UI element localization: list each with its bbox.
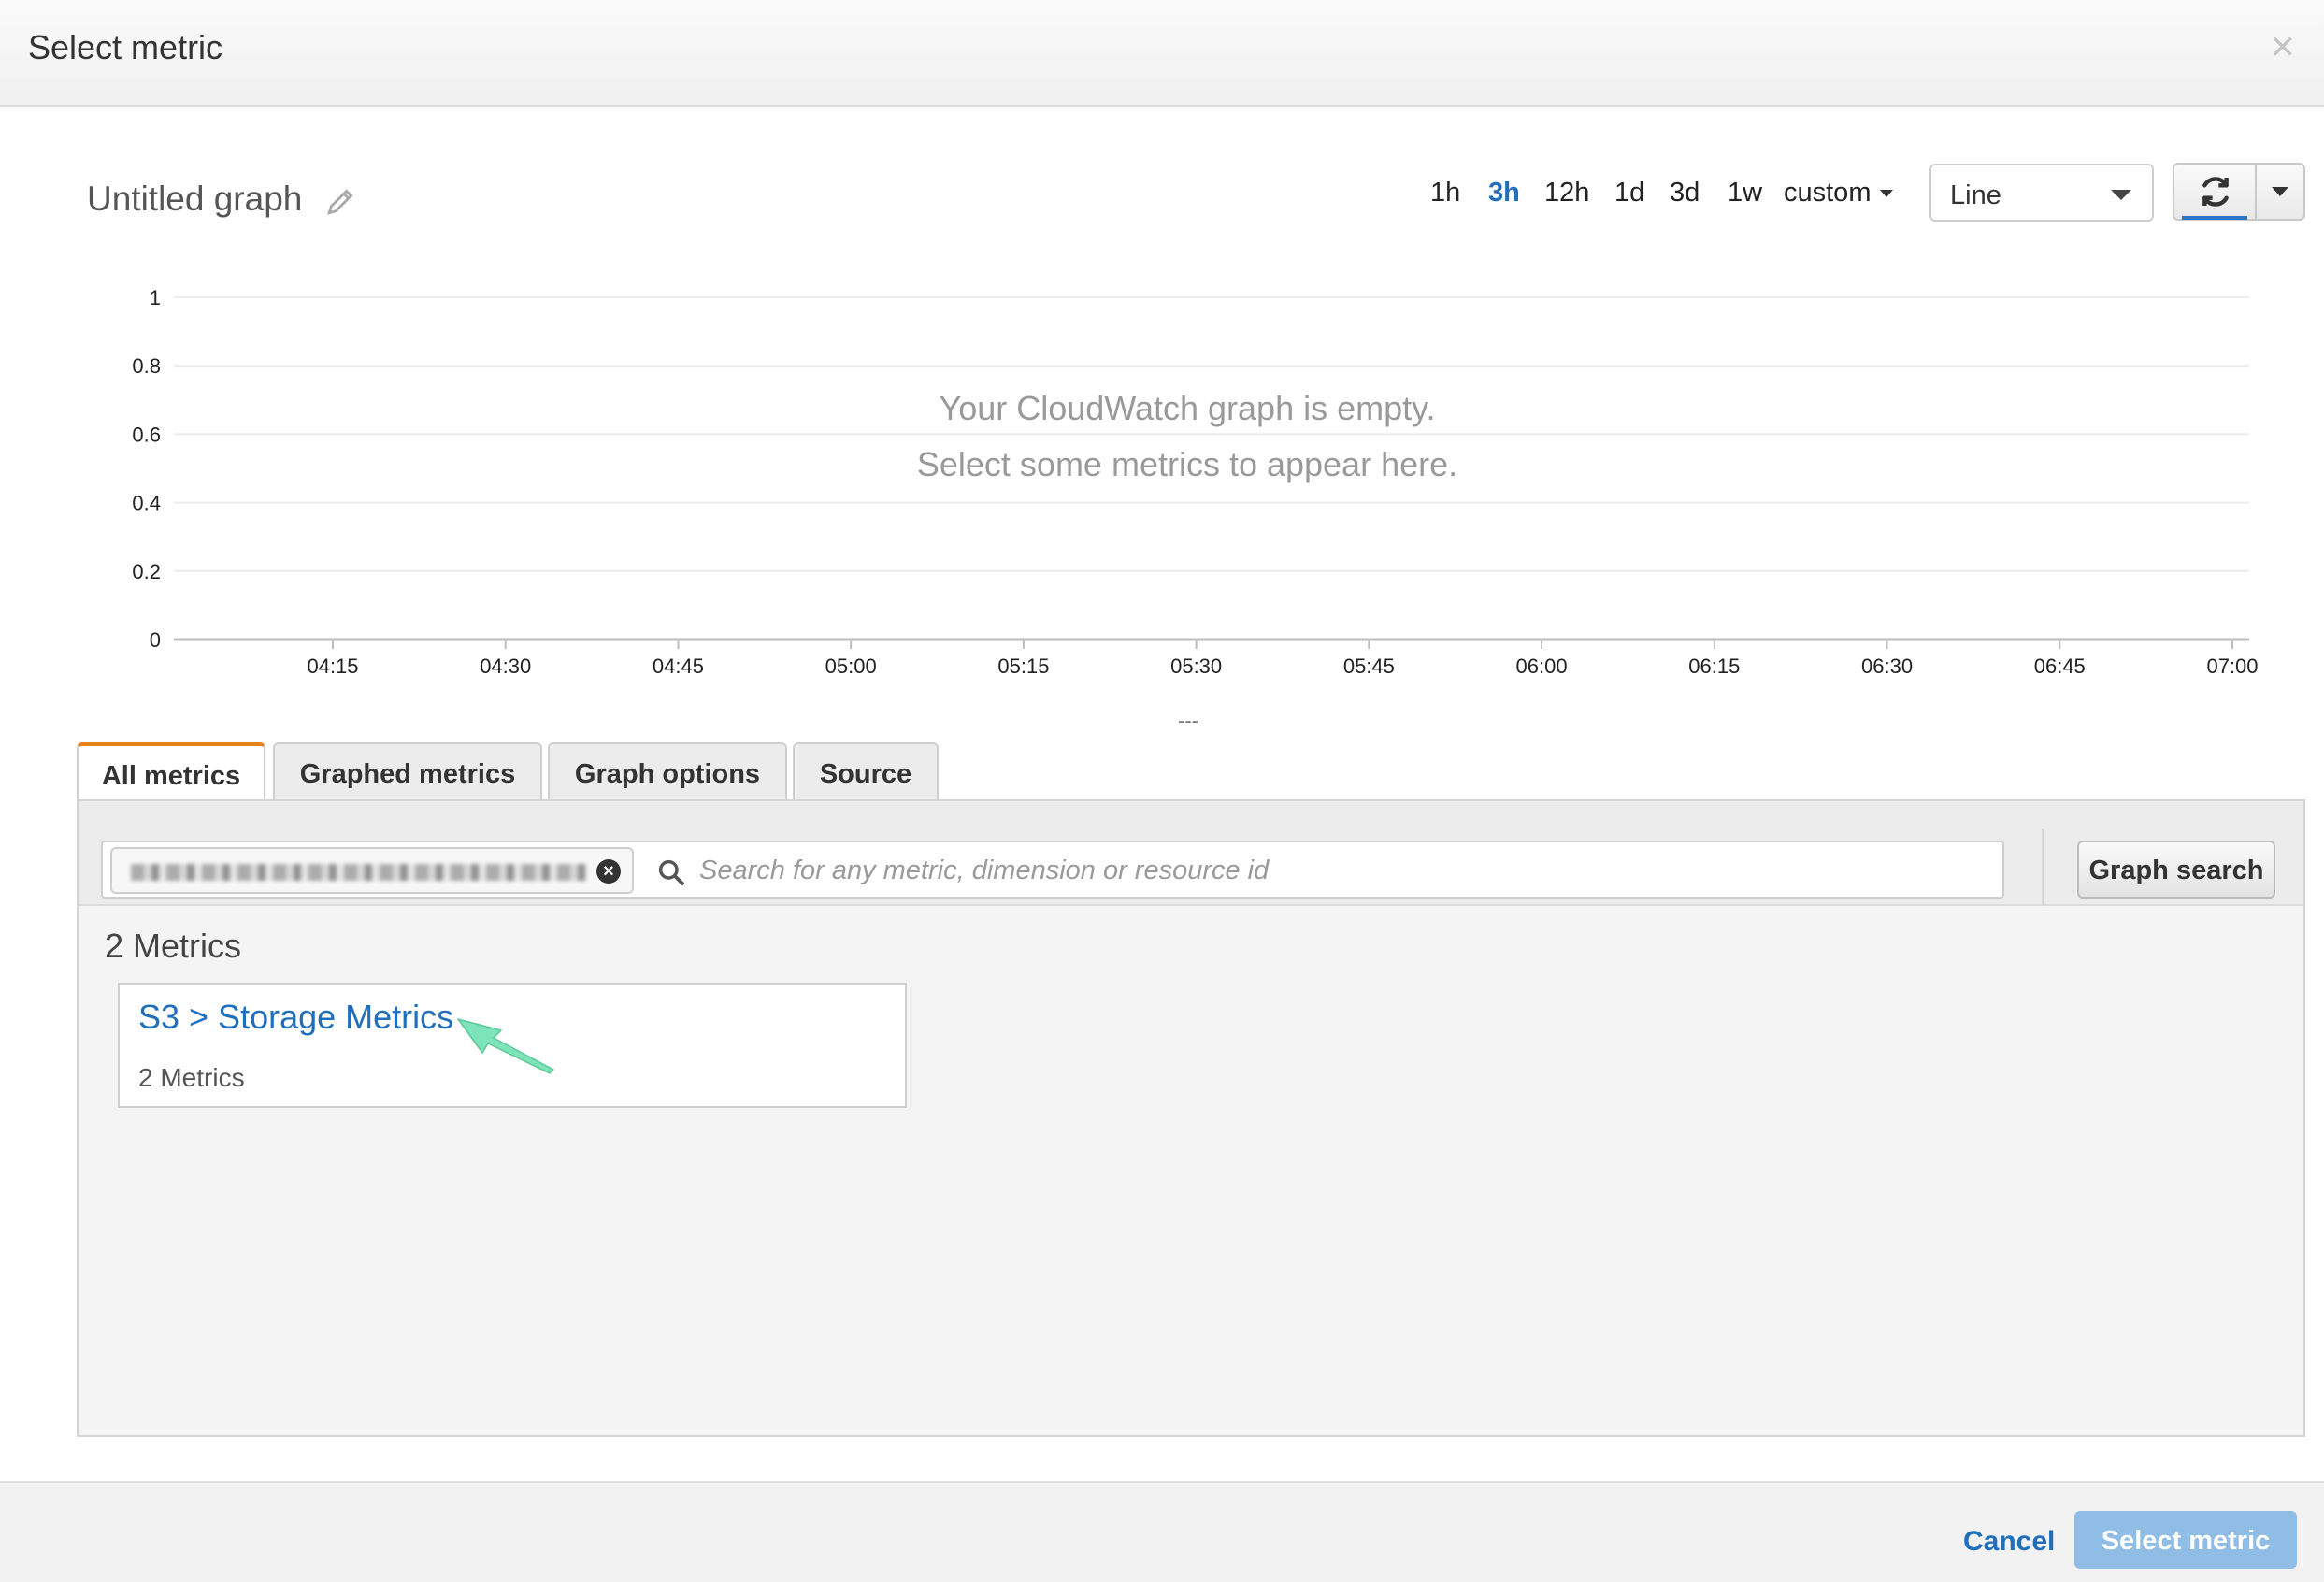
graph-title: Untitled graph (87, 180, 303, 218)
namespace-link[interactable]: S3 > Storage Metrics (138, 998, 453, 1037)
namespace-metric-count: 2 Metrics (138, 1063, 245, 1092)
x-tick-label: 05:15 (997, 654, 1049, 678)
refresh-button-group (2173, 163, 2305, 221)
x-tick-label: 05:00 (825, 654, 877, 678)
chart-type-select[interactable]: Line (1929, 164, 2154, 222)
x-tick-label: 06:00 (1516, 654, 1568, 678)
time-range-custom[interactable]: custom (1784, 178, 1894, 209)
custom-label: custom (1784, 178, 1872, 208)
time-range-1h[interactable]: 1h (1430, 178, 1460, 209)
select-metric-button[interactable]: Select metric (2074, 1511, 2297, 1569)
empty-graph-chart: 10.80.60.40.2004:15 04:30 04:45 05:00 05:15 0… (132, 286, 2258, 678)
cancel-button[interactable]: Cancel (1963, 1526, 2055, 1558)
y-tick-label: 0.8 (132, 354, 161, 378)
time-range-3d[interactable]: 3d (1670, 178, 1700, 209)
y-tick-label: 1 (150, 286, 161, 309)
annotation-arrow-icon (457, 1018, 554, 1074)
metrics-count: 2 Metrics (105, 927, 242, 965)
search-icon (658, 859, 684, 885)
refresh-button[interactable] (2174, 165, 2257, 220)
legend-placeholder: --- (1178, 709, 1198, 732)
x-tick-label: 06:30 (1861, 654, 1913, 678)
x-tick-label: 07:00 (2206, 654, 2258, 678)
empty-graph-message-line1: Your CloudWatch graph is empty. (939, 389, 1436, 427)
caret-down-icon (2272, 187, 2288, 196)
dialog-footer: Cancel Select metric (0, 1481, 2324, 1582)
tab-graphed-metrics[interactable]: Graphed metrics (273, 742, 542, 800)
time-range-12h[interactable]: 12h (1544, 178, 1589, 209)
refresh-options-dropdown[interactable] (2257, 165, 2305, 219)
refresh-underline (2182, 216, 2247, 220)
x-tick-label: 04:30 (480, 654, 531, 678)
y-tick-label: 0.4 (132, 492, 161, 515)
all-metrics-panel: × Graph search 2 Metrics S3 > Storage Me… (77, 799, 2305, 1437)
pencil-icon[interactable] (325, 185, 357, 217)
chart-type-value: Line (1950, 180, 2001, 210)
graph-search-button[interactable]: Graph search (2077, 841, 2275, 899)
close-icon[interactable]: ✕ (2270, 32, 2297, 64)
y-tick-label: 0.2 (132, 560, 161, 583)
x-tick-label: 06:15 (1688, 654, 1740, 678)
clear-token-icon[interactable]: × (596, 859, 621, 884)
time-range-1w[interactable]: 1w (1728, 178, 1762, 209)
select-metric-dialog: Select metric ✕ Untitled graph 1h 3h 12h… (0, 0, 2324, 1582)
tab-all-metrics[interactable]: All metrics (77, 742, 265, 802)
redacted-filter-text (131, 864, 587, 881)
x-tick-label: 05:30 (1170, 654, 1222, 678)
search-filter-token[interactable]: × (110, 847, 634, 894)
dialog-header: Select metric ✕ (0, 0, 2324, 107)
tab-graph-options[interactable]: Graph options (548, 742, 787, 800)
caret-down-icon (2111, 190, 2131, 200)
tab-source[interactable]: Source (793, 742, 939, 800)
x-tick-label: 04:15 (307, 654, 358, 678)
caret-down-icon (1880, 190, 1894, 198)
search-input[interactable] (697, 850, 1987, 891)
refresh-icon (2202, 177, 2229, 207)
metric-search-box[interactable]: × (101, 841, 2004, 899)
time-range-1d[interactable]: 1d (1614, 178, 1644, 209)
y-tick-label: 0 (150, 628, 161, 652)
search-divider (2042, 829, 2044, 906)
search-bar: × Graph search (79, 801, 2303, 906)
x-tick-label: 05:45 (1343, 654, 1395, 678)
dialog-title: Select metric (28, 28, 223, 66)
x-tick-label: 04:45 (653, 654, 704, 678)
time-range-3h[interactable]: 3h (1488, 178, 1520, 209)
x-tick-label: 06:45 (2034, 654, 2086, 678)
empty-graph-message-line2: Select some metrics to appear here. (916, 445, 1458, 483)
